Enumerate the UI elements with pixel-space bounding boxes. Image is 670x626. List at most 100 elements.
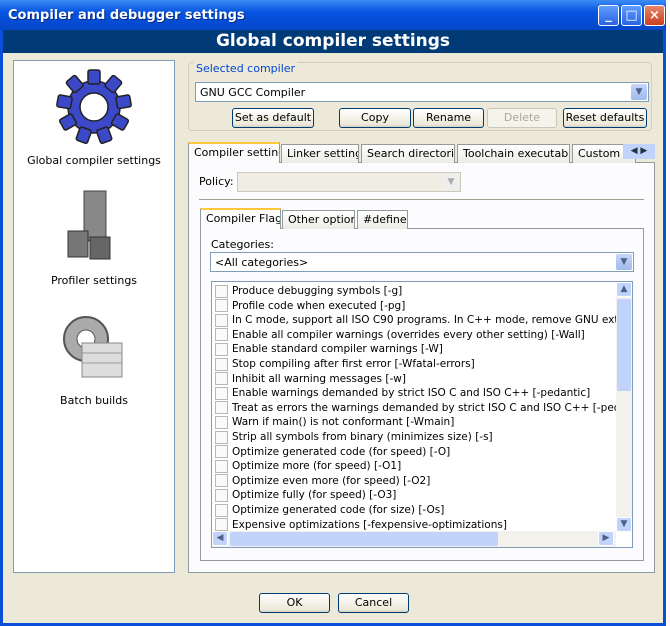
page-title: Global compiler settings	[3, 30, 663, 53]
flag-list-item[interactable]: Enable warnings demanded by strict ISO C…	[215, 386, 590, 400]
flag-label: Inhibit all warning messages [-w]	[232, 372, 406, 385]
delete-button[interactable]: Delete	[487, 108, 557, 128]
compiler-select-value: GNU GCC Compiler	[200, 86, 306, 99]
flag-label: Warn if main() is not conformant [-Wmain…	[232, 416, 455, 429]
flag-list-item[interactable]: Optimize fully (for speed) [-O3]	[215, 488, 396, 502]
h-scroll-thumb[interactable]	[230, 532, 498, 546]
maximize-button[interactable]: □	[621, 5, 642, 26]
profiler-icon	[67, 190, 111, 260]
flag-checkbox[interactable]	[215, 328, 228, 342]
flag-label: Optimize even more (for speed) [-O2]	[232, 474, 431, 487]
tab-compiler-flags[interactable]: Compiler Flags	[200, 208, 281, 229]
flag-label: Expensive optimizations [-fexpensive-opt…	[232, 518, 507, 531]
flag-list-item[interactable]: Optimize generated code (for size) [-Os]	[215, 503, 444, 517]
flag-list-item[interactable]: Warn if main() is not conformant [-Wmain…	[215, 415, 454, 429]
reset-defaults-button[interactable]: Reset defaults	[563, 108, 647, 128]
flag-checkbox[interactable]	[215, 430, 228, 444]
flag-label: Profile code when executed [-pg]	[232, 299, 406, 312]
flag-checkbox[interactable]	[215, 459, 228, 473]
scroll-up-button[interactable]: ▲	[616, 282, 632, 297]
divider	[199, 199, 644, 200]
flag-checkbox[interactable]	[215, 503, 228, 517]
chevron-down-icon: ▼	[631, 84, 647, 100]
flag-list-item[interactable]: Optimize more (for speed) [-O1]	[215, 459, 401, 473]
flag-checkbox[interactable]	[215, 313, 228, 327]
flag-checkbox[interactable]	[215, 357, 228, 371]
flag-checkbox[interactable]	[215, 445, 228, 459]
flag-list-item[interactable]: Optimize even more (for speed) [-O2]	[215, 474, 430, 488]
flag-checkbox[interactable]	[215, 518, 228, 532]
policy-select[interactable]: ▼	[237, 172, 461, 192]
tab-compiler-settings[interactable]: Compiler settings	[188, 142, 280, 163]
flag-checkbox[interactable]	[215, 474, 228, 488]
settings-category-list: Global compiler settings Profiler settin…	[13, 60, 175, 573]
flag-list-item[interactable]: Optimize generated code (for speed) [-O]	[215, 445, 450, 459]
close-button[interactable]: ×	[644, 5, 665, 26]
flag-list-item[interactable]: Strip all symbols from binary (minimizes…	[215, 430, 493, 444]
flag-list-item[interactable]: Treat as errors the warnings demanded by…	[215, 401, 632, 415]
cancel-button[interactable]: Cancel	[338, 593, 409, 613]
tab-defines[interactable]: #defines	[357, 210, 408, 229]
flag-checkbox[interactable]	[215, 401, 228, 415]
flag-label: In C mode, support all ISO C90 programs.…	[232, 314, 633, 327]
flag-label: Optimize fully (for speed) [-O3]	[232, 489, 397, 502]
selected-compiler-label: Selected compiler	[194, 62, 298, 75]
scroll-right-button[interactable]: ▶	[598, 531, 614, 546]
flag-label: Optimize more (for speed) [-O1]	[232, 460, 402, 473]
flag-list-item[interactable]: Stop compiling after first error [-Wfata…	[215, 357, 475, 371]
flag-label: Enable warnings demanded by strict ISO C…	[232, 387, 591, 400]
categories-value: <All categories>	[215, 256, 309, 269]
sidebar-item-label: Batch builds	[60, 394, 128, 407]
flag-list-item[interactable]: In C mode, support all ISO C90 programs.…	[215, 313, 633, 327]
flag-list-item[interactable]: Profile code when executed [-pg]	[215, 299, 405, 313]
tab-other-options[interactable]: Other options	[282, 210, 355, 229]
flag-label: Stop compiling after first error [-Wfata…	[232, 358, 475, 370]
copy-button[interactable]: Copy	[339, 108, 411, 128]
flag-list-item[interactable]: Enable standard compiler warnings [-W]	[215, 342, 443, 356]
tab-toolchain-executables[interactable]: Toolchain executables	[457, 144, 570, 163]
chevron-down-icon: ▼	[616, 254, 632, 270]
flag-list-item[interactable]: Enable all compiler warnings (overrides …	[215, 328, 585, 342]
flag-label: Optimize generated code (for size) [-Os]	[232, 504, 445, 516]
flag-list-item[interactable]: Produce debugging symbols [-g]	[215, 284, 402, 298]
gear-icon	[56, 69, 132, 145]
flag-checkbox[interactable]	[215, 372, 228, 386]
window-title: Compiler and debugger settings	[8, 8, 245, 23]
flag-label: Optimize generated code (for speed) [-O]	[232, 445, 451, 458]
tab-scroll-arrows[interactable]: ◀ ▶	[623, 144, 655, 159]
minimize-button[interactable]: _	[598, 5, 619, 26]
vertical-scrollbar[interactable]: ▲ ▼	[616, 282, 632, 532]
sidebar-item-batch-builds[interactable]: Batch builds	[14, 307, 174, 407]
batch-builds-icon	[63, 316, 123, 378]
flag-checkbox[interactable]	[215, 284, 228, 298]
categories-select[interactable]: <All categories> ▼	[210, 252, 634, 272]
sidebar-item-profiler[interactable]: Profiler settings	[14, 187, 174, 287]
flag-checkbox[interactable]	[215, 386, 228, 400]
compiler-flags-list: Produce debugging symbols [-g] Profile co…	[211, 281, 633, 548]
scroll-left-button[interactable]: ◀	[212, 531, 228, 546]
categories-label: Categories:	[211, 238, 274, 251]
flag-checkbox[interactable]	[215, 299, 228, 313]
horizontal-scrollbar[interactable]: ◀ ▶	[212, 531, 616, 547]
sidebar-item-global-compiler[interactable]: Global compiler settings	[14, 67, 174, 167]
set-as-default-button[interactable]: Set as default	[232, 108, 314, 128]
scroll-down-button[interactable]: ▼	[616, 517, 632, 532]
flag-label: Produce debugging symbols [-g]	[232, 285, 403, 297]
flag-list-item[interactable]: Expensive optimizations [-fexpensive-opt…	[215, 518, 507, 532]
flag-label: Enable standard compiler warnings [-W]	[232, 343, 443, 356]
tab-search-directories[interactable]: Search directories	[361, 144, 455, 163]
policy-label: Policy:	[199, 175, 234, 188]
flag-checkbox[interactable]	[215, 488, 228, 502]
flag-checkbox[interactable]	[215, 415, 228, 429]
flag-checkbox[interactable]	[215, 342, 228, 356]
title-bar: Compiler and debugger settings	[0, 0, 666, 30]
rename-button[interactable]: Rename	[413, 108, 484, 128]
flag-label: Strip all symbols from binary (minimizes…	[232, 431, 493, 443]
sidebar-item-label: Profiler settings	[50, 274, 138, 287]
scroll-thumb[interactable]	[617, 299, 631, 391]
tab-linker-settings[interactable]: Linker settings	[281, 144, 359, 163]
compiler-select[interactable]: GNU GCC Compiler ▼	[195, 82, 649, 102]
ok-button[interactable]: OK	[259, 593, 330, 613]
chevron-down-icon: ▼	[443, 174, 459, 190]
flag-list-item[interactable]: Inhibit all warning messages [-w]	[215, 372, 406, 386]
